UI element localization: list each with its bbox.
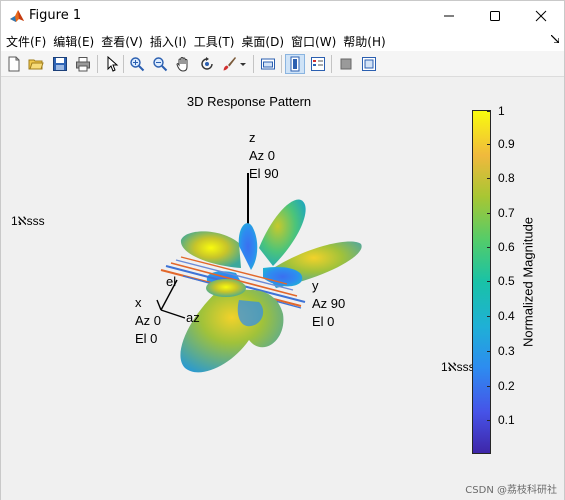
minimize-button[interactable]	[426, 1, 472, 31]
menu-file[interactable]: 文件(F)	[6, 33, 46, 50]
brush-icon[interactable]	[219, 54, 239, 74]
undock-arrow-icon[interactable]	[550, 34, 560, 46]
zoom-out-icon[interactable]	[150, 54, 170, 74]
colorbar-tick	[487, 111, 491, 112]
colorbar-tick	[487, 281, 491, 282]
colorbar-tick-label: 1	[498, 104, 505, 118]
colorbar-tick	[487, 213, 491, 214]
window-title: Figure 1	[29, 8, 82, 23]
link-plot-icon[interactable]	[258, 54, 278, 74]
lobe-upper-left	[180, 231, 241, 268]
figure-canvas[interactable]: 3D Response Pattern 1ℵsss 1ℵsss z Az 0 E…	[1, 78, 564, 500]
zoom-in-icon[interactable]	[127, 54, 147, 74]
insert-colorbar-icon[interactable]	[285, 54, 305, 74]
colorbar-tick-label: 0.8	[498, 171, 515, 185]
toolbar-separator	[331, 55, 332, 73]
colorbar-tick-label: 0.1	[498, 413, 515, 427]
brush-dropdown-icon[interactable]	[237, 54, 249, 74]
el-label: el	[166, 274, 177, 289]
menu-bar: 文件(F) 编辑(E) 查看(V) 插入(I) 工具(T) 桌面(D) 窗口(W…	[1, 31, 564, 51]
menu-insert[interactable]: 插入(I)	[150, 33, 187, 50]
menu-desktop[interactable]: 桌面(D)	[241, 33, 284, 50]
colorbar-tick-label: 0.3	[498, 344, 515, 358]
maximize-icon	[490, 11, 500, 21]
colorbar-tick-label: 0.5	[498, 274, 515, 288]
response-pattern-plot	[156, 173, 362, 373]
print-icon[interactable]	[73, 54, 93, 74]
toolbar-separator	[281, 55, 282, 73]
toolbar	[1, 51, 564, 77]
select-arrow-icon[interactable]	[102, 54, 122, 74]
colorbar-tick-label: 0.2	[498, 379, 515, 393]
colorbar-label: Normalized Magnitude	[520, 216, 536, 348]
colorbar-tick	[487, 144, 491, 145]
toolbar-separator	[123, 55, 124, 73]
stray-label-right: 1ℵsss	[441, 360, 475, 374]
menu-window[interactable]: 窗口(W)	[291, 33, 336, 50]
insert-legend-icon[interactable]	[308, 54, 328, 74]
watermark: CSDN @荔枝科研社	[465, 485, 557, 496]
title-bar: Figure 1	[1, 1, 564, 31]
toolbar-separator	[97, 55, 98, 73]
colorbar-tick-label: 0.6	[498, 240, 515, 254]
toolbar-separator	[253, 55, 254, 73]
minimize-icon	[444, 15, 454, 17]
save-icon[interactable]	[50, 54, 70, 74]
rotate-3d-icon[interactable]	[197, 54, 217, 74]
lobe-center-top	[238, 223, 258, 270]
matlab-icon	[9, 8, 25, 24]
new-figure-icon[interactable]	[4, 54, 24, 74]
colorbar-tick	[487, 316, 491, 317]
colorbar[interactable]	[472, 110, 491, 454]
menu-view[interactable]: 查看(V)	[101, 33, 143, 50]
menu-tools[interactable]: 工具(T)	[194, 33, 235, 50]
lobe-bottom	[180, 288, 284, 373]
menu-edit[interactable]: 编辑(E)	[53, 33, 94, 50]
open-file-icon[interactable]	[26, 54, 46, 74]
colorbar-tick	[487, 247, 491, 248]
colorbar-tick	[487, 420, 491, 421]
y-axis-label: y Az 90 El 0	[312, 278, 346, 329]
menu-help[interactable]: 帮助(H)	[343, 33, 385, 50]
colorbar-tick-label: 0.4	[498, 309, 515, 323]
close-icon	[535, 10, 547, 22]
colorbar-tick	[487, 178, 491, 179]
center-disc	[206, 279, 246, 297]
hide-plot-tools-icon[interactable]	[336, 54, 356, 74]
figure-window: Figure 1 文件(F) 编辑(E) 查看(V) 插入(I) 工具(T) 桌…	[0, 0, 565, 500]
colorbar-tick-label: 0.7	[498, 206, 515, 220]
maximize-button[interactable]	[472, 1, 518, 31]
colorbar-tick	[487, 351, 491, 352]
pan-hand-icon[interactable]	[173, 54, 193, 74]
x-axis-label: x Az 0 El 0	[135, 295, 162, 346]
colorbar-tick-label: 0.9	[498, 137, 515, 151]
show-plot-tools-icon[interactable]	[359, 54, 379, 74]
colorbar-tick	[487, 386, 491, 387]
close-button[interactable]	[518, 1, 564, 31]
az-label: az	[186, 310, 200, 325]
z-axis-label: z Az 0 El 90	[249, 130, 279, 181]
